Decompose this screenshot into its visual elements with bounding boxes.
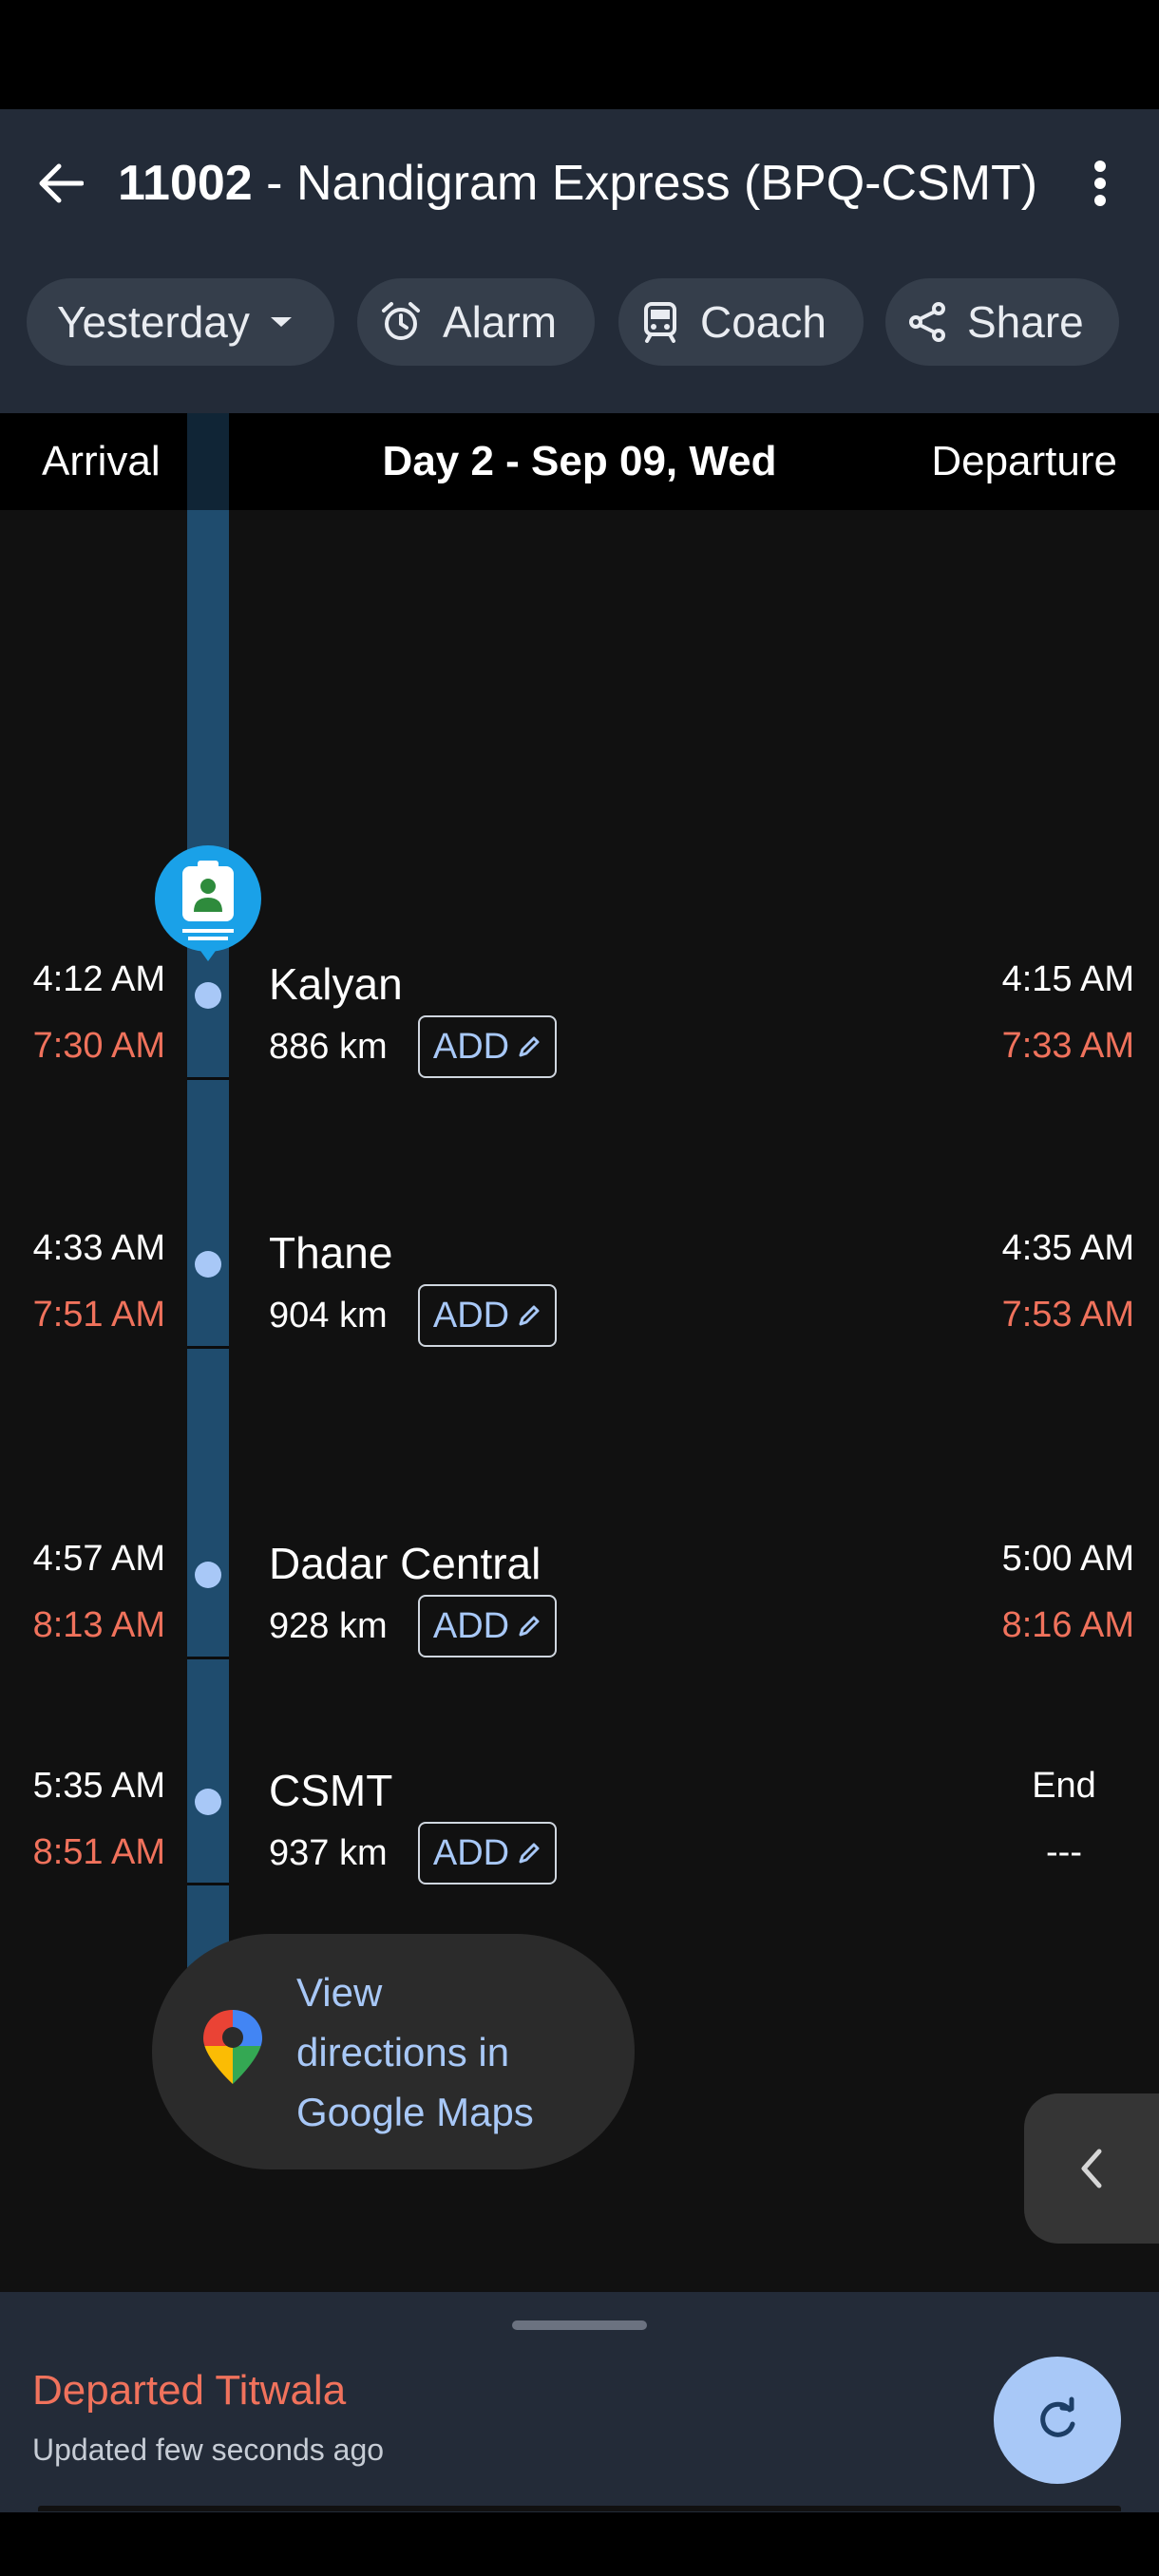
dadar-arrival-actual: 8:13 AM — [32, 1605, 165, 1645]
pencil-icon — [519, 1616, 540, 1637]
google-maps-label: View directions in Google Maps — [296, 1962, 610, 2142]
kalyan-departure-scheduled: 4:15 AM — [1001, 959, 1134, 999]
station-dot-thane — [195, 1251, 221, 1278]
station-name-dadar-central[interactable]: Dadar Central — [269, 1537, 541, 1590]
train-name: - Nandigram Express (BPQ-CSMT) — [252, 156, 1038, 211]
csmt-departure-none: --- — [1046, 1832, 1082, 1872]
thane-distance: 904 km — [269, 1296, 388, 1335]
sheet-drag-handle[interactable] — [512, 2320, 647, 2330]
departure-column-label: Departure — [931, 438, 1117, 484]
track-tick — [187, 1657, 229, 1659]
side-panel-toggle[interactable] — [1024, 2093, 1159, 2244]
alarm-chip[interactable]: Alarm — [357, 278, 595, 366]
track-header-segment — [187, 413, 229, 510]
refresh-button[interactable] — [994, 2357, 1121, 2484]
csmt-arrival-actual: 8:51 AM — [32, 1832, 165, 1872]
csmt-add-button[interactable]: ADD — [418, 1822, 557, 1885]
kalyan-departure-actual: 7:33 AM — [1001, 1026, 1134, 1066]
google-maps-pin-icon — [201, 2008, 264, 2091]
track-tick — [187, 1883, 229, 1885]
track-tick — [187, 1077, 229, 1080]
track-tick — [187, 1346, 229, 1349]
station-dot-dadar-central — [195, 1562, 221, 1588]
back-button[interactable] — [27, 150, 93, 217]
share-icon — [909, 302, 945, 342]
caret-down-icon — [270, 317, 292, 327]
add-label: ADD — [432, 1832, 510, 1873]
share-chip[interactable]: Share — [885, 278, 1119, 366]
day-selector-label: Yesterday — [57, 297, 250, 347]
share-label: Share — [967, 297, 1084, 347]
csmt-arrival-scheduled: 5:35 AM — [32, 1766, 165, 1806]
kalyan-add-button[interactable]: ADD — [418, 1015, 557, 1078]
system-navigation-bar — [0, 2512, 1159, 2576]
dadar-add-button[interactable]: ADD — [418, 1595, 557, 1657]
add-label: ADD — [432, 1295, 510, 1335]
pencil-icon — [519, 1305, 540, 1326]
dadar-departure-actual: 8:16 AM — [1001, 1605, 1134, 1645]
maps-label-line2: directions in — [296, 2030, 510, 2074]
current-status-text: Departed Titwala — [32, 2367, 347, 2414]
dadar-distance: 928 km — [269, 1606, 388, 1646]
coach-chip[interactable]: Coach — [618, 278, 864, 366]
train-number: 11002 — [118, 156, 253, 211]
day-header: Arrival Day 2 - Sep 09, Wed Departure — [0, 413, 1159, 510]
csmt-departure-end: End — [1032, 1766, 1096, 1806]
kalyan-arrival-actual: 7:30 AM — [32, 1026, 165, 1066]
thane-departure-actual: 7:53 AM — [1001, 1295, 1134, 1335]
thane-departure-scheduled: 4:35 AM — [1001, 1228, 1134, 1268]
train-location-marker — [154, 845, 262, 967]
thane-arrival-scheduled: 4:33 AM — [32, 1228, 165, 1268]
alarm-clock-icon — [382, 302, 420, 340]
add-label: ADD — [432, 1026, 510, 1067]
last-updated-text: Updated few seconds ago — [32, 2433, 385, 2467]
refresh-icon — [1040, 2396, 1075, 2437]
station-name-csmt[interactable]: CSMT — [269, 1764, 392, 1817]
dadar-arrival-scheduled: 4:57 AM — [32, 1539, 165, 1579]
status-bottom-sheet[interactable]: Departed Titwala Updated few seconds ago — [0, 2292, 1159, 2512]
route-track — [187, 510, 229, 1973]
thane-arrival-actual: 7:51 AM — [32, 1295, 165, 1335]
station-dot-csmt — [195, 1789, 221, 1815]
dadar-departure-scheduled: 5:00 AM — [1001, 1539, 1134, 1579]
maps-label-line3: Google Maps — [296, 2090, 534, 2134]
pencil-icon — [519, 1036, 540, 1057]
station-dot-kalyan — [195, 982, 221, 1009]
google-maps-directions-button[interactable]: View directions in Google Maps — [152, 1934, 635, 2169]
coach-label: Coach — [700, 297, 826, 347]
kalyan-arrival-scheduled: 4:12 AM — [32, 959, 165, 999]
add-label: ADD — [432, 1605, 510, 1646]
maps-label-line1: View — [296, 1970, 383, 2015]
csmt-distance: 937 km — [269, 1833, 388, 1873]
alarm-label: Alarm — [443, 297, 558, 347]
station-name-thane[interactable]: Thane — [269, 1226, 392, 1279]
train-marker-icon — [155, 845, 261, 961]
station-name-kalyan[interactable]: Kalyan — [269, 957, 403, 1011]
train-coach-icon — [644, 302, 676, 343]
status-bar — [0, 0, 1159, 109]
thane-add-button[interactable]: ADD — [418, 1284, 557, 1347]
more-options-button[interactable] — [1074, 150, 1127, 217]
chevron-left-icon — [1081, 2149, 1102, 2188]
more-vertical-icon — [1094, 161, 1106, 206]
pencil-icon — [519, 1843, 540, 1864]
arrow-left-icon — [39, 163, 84, 203]
page-title: 11002 - Nandigram Express (BPQ-CSMT) — [118, 150, 1037, 217]
kalyan-distance: 886 km — [269, 1027, 388, 1067]
day-selector-chip[interactable]: Yesterday — [27, 278, 334, 366]
sheet-divider — [38, 2506, 1121, 2511]
